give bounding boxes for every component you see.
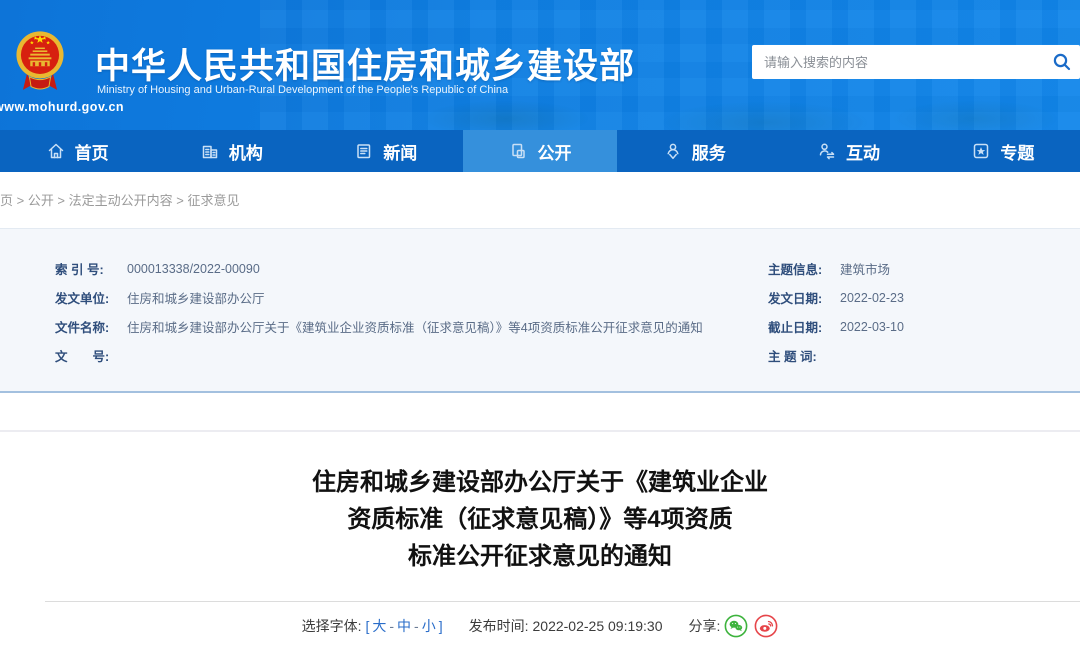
font-size-links: [ 大 - 中 - 小 ] [365, 616, 442, 636]
search-input[interactable] [752, 45, 1044, 79]
nav-item-topics[interactable]: 专题 [926, 130, 1080, 172]
nav-label: 服务 [691, 143, 726, 163]
article-toolbar: 选择字体: [ 大 - 中 - 小 ] 发布时间: 2022-02-25 09:… [0, 614, 1080, 638]
home-icon [48, 143, 63, 159]
breadcrumb[interactable]: 首页 > 公开 > 法定主动公开内容 > 征求意见 [0, 190, 239, 209]
nav-item-disclosure[interactable]: 公开 [462, 130, 618, 172]
site-url: www.mohurd.gov.cn [0, 100, 125, 114]
article-title-line: 住房和城乡建设部办公厅关于《建筑业企业 [312, 469, 768, 496]
meta-label: 文件名称: [55, 321, 110, 335]
nav-label: 专题 [1000, 143, 1035, 163]
share-label: 分享: [688, 618, 721, 634]
search-icon [1053, 53, 1071, 71]
meta-row-index-number: 索 引 号: 000013338/2022-00090 [55, 254, 715, 283]
bracket: [ [365, 618, 370, 634]
document-metadata-panel: 索 引 号: 000013338/2022-00090 发文单位: 住房和城乡建… [0, 228, 1080, 393]
meta-label: 主 题 词: [768, 350, 817, 364]
site-header: 中华人民共和国住房和城乡建设部 Ministry of Housing and … [0, 0, 1080, 130]
font-size-selector: 选择字体: [ 大 - 中 - 小 ] [302, 616, 443, 636]
meta-value: 建筑市场 [840, 263, 891, 277]
publish-time-value: 2022-02-25 09:19:30 [532, 618, 663, 634]
nav-item-organization[interactable]: 机构 [154, 130, 308, 172]
nav-item-news[interactable]: 新闻 [309, 130, 463, 172]
share-icons [724, 614, 778, 638]
section-divider [0, 430, 1080, 432]
nav-label: 机构 [228, 143, 263, 163]
page: 中华人民共和国住房和城乡建设部 Ministry of Housing and … [0, 0, 1080, 651]
article-title-line: 标准公开征求意见的通知 [408, 543, 672, 570]
meta-label: 截止日期: [768, 321, 823, 335]
metadata-left-column: 索 引 号: 000013338/2022-00090 发文单位: 住房和城乡建… [55, 254, 715, 370]
meta-row-deadline-date: 截止日期: 2022-03-10 [768, 312, 1068, 341]
meta-value: 2022-02-23 [840, 290, 904, 305]
meta-row-issue-date: 发文日期: 2022-02-23 [768, 283, 1068, 312]
meta-label: 文 号: [55, 350, 110, 364]
nav-item-services[interactable]: 服务 [617, 130, 771, 172]
wechat-share-icon[interactable] [724, 614, 748, 638]
topics-star-icon [974, 143, 989, 159]
article-title-line: 资质标准（征求意见稿）》等4项资质 [347, 506, 733, 533]
publish-time-label: 发布时间: [468, 618, 529, 634]
nav-label: 公开 [537, 143, 572, 163]
trees-background-image [380, 92, 1080, 130]
nav-item-home[interactable]: 首页 [0, 130, 154, 172]
news-icon [357, 144, 371, 159]
interaction-arrows-icon [819, 143, 835, 160]
main-nav: 首页 机构 新闻 公开 服务 互动 专题 [0, 130, 1080, 172]
nav-label: 互动 [846, 143, 881, 163]
meta-row-keywords: 主 题 词: [768, 341, 1068, 370]
meta-value: 000013338/2022-00090 [127, 261, 260, 276]
meta-row-topic-info: 主题信息: 建筑市场 [768, 254, 1068, 283]
share-group: 分享: [689, 614, 779, 638]
meta-row-document-number: 文 号: [55, 341, 715, 370]
meta-value: 2022-03-10 [840, 319, 904, 334]
service-person-icon [667, 143, 679, 160]
meta-value: 住房和城乡建设部办公厅关于《建筑业企业资质标准（征求意见稿）》等4项资质标准公开… [127, 321, 703, 335]
font-size-label: 选择字体: [301, 618, 362, 634]
meta-label: 发文单位: [55, 292, 110, 306]
meta-label: 索 引 号: [55, 263, 104, 277]
nav-label: 新闻 [383, 143, 418, 163]
national-emblem [16, 31, 64, 90]
separator: - [389, 618, 395, 634]
search-button[interactable] [1044, 45, 1080, 79]
disclosure-docs-icon [512, 143, 526, 159]
meta-value: 住房和城乡建设部办公厅 [127, 292, 265, 306]
meta-row-issuing-unit: 发文单位: 住房和城乡建设部办公厅 [55, 283, 715, 312]
metadata-right-column: 主题信息: 建筑市场 发文日期: 2022-02-23 截止日期: 2022-0… [768, 254, 1068, 370]
font-size-medium-link[interactable]: 中 [397, 616, 411, 636]
site-title: 中华人民共和国住房和城乡建设部 [95, 47, 636, 86]
meta-row-document-name: 文件名称: 住房和城乡建设部办公厅关于《建筑业企业资质标准（征求意见稿）》等4项… [55, 312, 715, 341]
font-size-large-link[interactable]: 大 [372, 616, 386, 636]
nav-item-interaction[interactable]: 互动 [771, 130, 925, 172]
toolbar-divider [45, 601, 1080, 602]
publish-time-group: 发布时间: 2022-02-25 09:19:30 [469, 616, 663, 636]
meta-label: 发文日期: [768, 292, 823, 306]
article-title: 住房和城乡建设部办公厅关于《建筑业企业 资质标准（征求意见稿）》等4项资质 标准… [0, 464, 1080, 575]
weibo-share-icon[interactable] [754, 614, 778, 638]
separator: - [414, 618, 419, 634]
nav-label: 首页 [74, 143, 109, 163]
search-box [752, 45, 1080, 79]
font-size-small-link[interactable]: 小 [422, 616, 436, 636]
meta-label: 主题信息: [768, 263, 823, 277]
site-subtitle-en: Ministry of Housing and Urban-Rural Deve… [97, 84, 509, 96]
org-building-icon [202, 145, 218, 159]
bracket: ] [438, 618, 443, 634]
